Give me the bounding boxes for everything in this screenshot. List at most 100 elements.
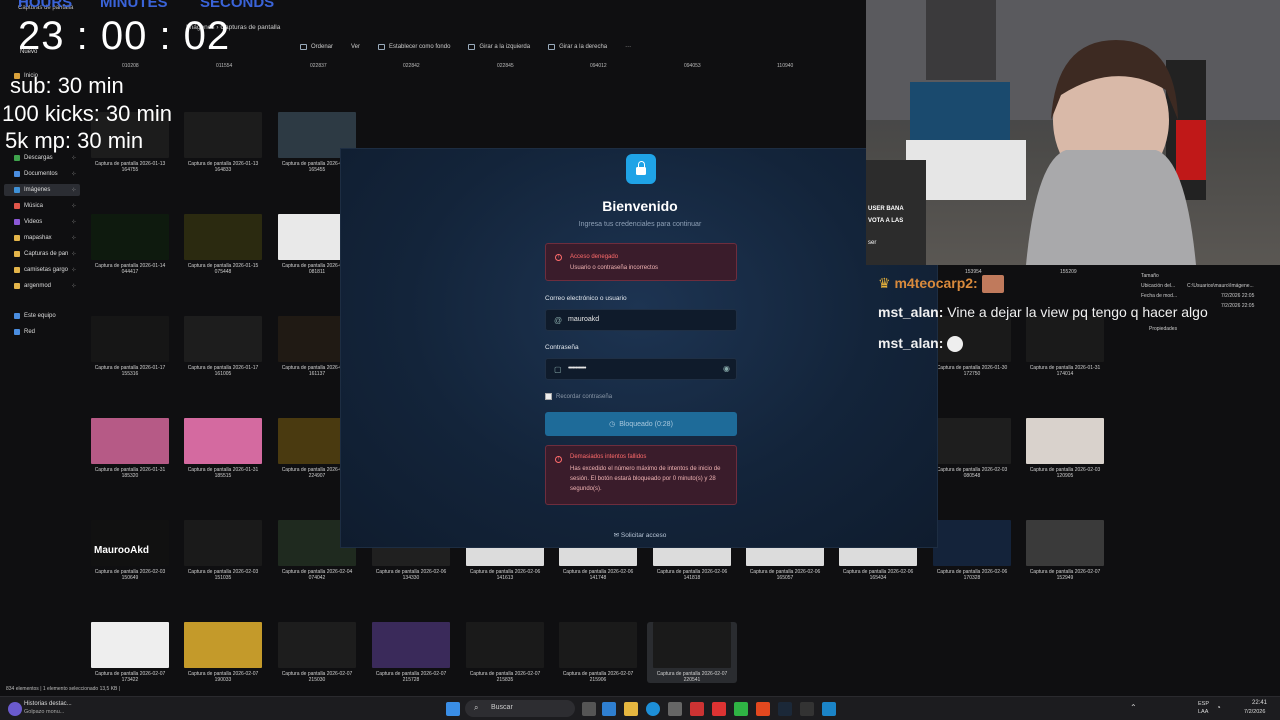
- at-icon: @: [554, 316, 563, 325]
- taskbar-search[interactable]: ⌕ Buscar: [465, 700, 575, 717]
- file-label: 011554: [216, 63, 233, 69]
- thumbnail-item[interactable]: Captura de pantalla 2026-02-03 151035: [178, 520, 268, 581]
- sidebar-item-label: Documentos: [24, 171, 58, 177]
- thumbnail-time: 170328: [963, 575, 981, 581]
- rotate-left-button[interactable]: Girar a la izquierda: [468, 44, 530, 50]
- file-explorer-icon[interactable]: [624, 702, 638, 716]
- widgets-icon[interactable]: [602, 702, 616, 716]
- thumbnail-item[interactable]: Captura de pantalla 2026-02-03 120905: [1020, 418, 1110, 479]
- more-button[interactable]: ···: [625, 44, 631, 50]
- password-value: ••••••••••••: [568, 365, 586, 372]
- thumbnail-item[interactable]: Captura de pantalla 2026-01-14 044417: [85, 214, 175, 275]
- thumbnail-item[interactable]: Captura de pantalla 2026-02-07 173422: [85, 622, 175, 683]
- news-widget-icon[interactable]: [8, 702, 22, 716]
- file-label: 022842: [403, 63, 420, 69]
- thumbnail-item[interactable]: Captura de pantalla 2026-01-31 185320: [85, 418, 175, 479]
- sidebar-item-red[interactable]: Red: [4, 326, 80, 338]
- steam-icon[interactable]: [778, 702, 792, 716]
- thumbnail-time: 044417: [121, 269, 139, 275]
- sidebar-item-argenmod[interactable]: argenmod ⊹: [4, 280, 80, 292]
- start-icon[interactable]: [446, 702, 460, 716]
- thumbnail-item[interactable]: Captura de pantalla 2026-01-31 174014: [1020, 316, 1110, 377]
- sidebar-item-capturas-de-pan[interactable]: Capturas de pan ⊹: [4, 248, 80, 260]
- sort-button[interactable]: Ordenar: [300, 44, 333, 50]
- pin-icon[interactable]: ⊹: [72, 235, 76, 241]
- thumbnail-item[interactable]: Captura de pantalla 2026-02-07 220541: [647, 622, 737, 683]
- thumbnail-time: 215030: [308, 677, 326, 683]
- eye-icon[interactable]: ◉: [723, 364, 730, 373]
- thumbnail-time: 155316: [121, 371, 139, 377]
- thumbnail-item[interactable]: Captura de pantalla 2026-02-06 170328: [927, 520, 1017, 581]
- wifi-icon[interactable]: ◔: [1216, 703, 1221, 712]
- pin-icon[interactable]: ⊹: [72, 283, 76, 289]
- pin-icon[interactable]: ⊹: [72, 155, 76, 161]
- sidebar-item-documentos[interactable]: Documentos ⊹: [4, 168, 80, 180]
- network-icon: [14, 329, 20, 335]
- thumbnail-item[interactable]: Captura de pantalla 2026-01-13 164833: [178, 112, 268, 173]
- remember-checkbox[interactable]: Recordar contraseña: [545, 393, 612, 400]
- file-label: 094012: [590, 63, 607, 69]
- thumbnail-image: [933, 418, 1011, 464]
- thumbnail-item[interactable]: Captura de pantalla 2026-02-07 215906: [553, 622, 643, 683]
- language-indicator[interactable]: ESP: [1198, 701, 1209, 707]
- thumbnail-item[interactable]: Captura de pantalla 2026-02-07 152949: [1020, 520, 1110, 581]
- properties-button[interactable]: Propiedades: [1149, 325, 1177, 334]
- edge-icon[interactable]: [646, 702, 660, 716]
- task-view-icon[interactable]: [582, 702, 596, 716]
- thumbnail-image: [184, 316, 262, 362]
- chat-username: m4teocarp2:: [894, 275, 978, 291]
- download-icon: [14, 155, 20, 161]
- checkbox-box[interactable]: [545, 393, 552, 400]
- webcam-feed: USER BANA VOTA A LAS ser: [866, 0, 1280, 265]
- thumbnail-item[interactable]: Captura de pantalla 2026-01-17 155316: [85, 316, 175, 377]
- thumbnail-image: [184, 622, 262, 668]
- request-access-link[interactable]: ✉ Solicitar acceso: [341, 531, 939, 539]
- thumbnail-image: [372, 622, 450, 668]
- thumbnail-item[interactable]: Captura de pantalla 2026-02-03 080548: [927, 418, 1017, 479]
- app-icon[interactable]: [712, 702, 726, 716]
- rotate-right-button[interactable]: Girar a la derecha: [548, 44, 607, 50]
- pin-icon[interactable]: ⊹: [72, 187, 76, 193]
- locked-login-button[interactable]: ◷ Bloqueado (0:28): [545, 412, 737, 436]
- email-field[interactable]: @ mauroakd: [545, 309, 737, 331]
- thumbnail-item[interactable]: Captura de pantalla 2026-02-07 215835: [460, 622, 550, 683]
- thumbnail-item[interactable]: Captura de pantalla 2026-02-07 215728: [366, 622, 456, 683]
- app-icon[interactable]: [668, 702, 682, 716]
- thumbnail-item[interactable]: Captura de pantalla 2026-01-15 075448: [178, 214, 268, 275]
- pin-icon[interactable]: ⊹: [72, 251, 76, 257]
- sidebar-item-camisetas-gargo[interactable]: camisetas gargo ⊹: [4, 264, 80, 276]
- view-button[interactable]: Ver: [351, 44, 360, 50]
- thumbnail-item[interactable]: Captura de pantalla 2026-01-31 185515: [178, 418, 268, 479]
- date-value: 7/2/2026 22:05: [1221, 293, 1255, 299]
- pin-icon[interactable]: ⊹: [72, 171, 76, 177]
- sidebar-item-im-genes[interactable]: Imágenes ⊹: [4, 184, 80, 196]
- search-icon: ⌕: [474, 703, 479, 712]
- chevron-up-icon[interactable]: ⌃: [1130, 703, 1137, 712]
- pin-icon[interactable]: ⊹: [72, 219, 76, 225]
- thumbnail-time: 165434: [869, 575, 887, 581]
- thumbnail-item[interactable]: Captura de pantalla 2026-01-17 161005: [178, 316, 268, 377]
- app-icon[interactable]: [822, 702, 836, 716]
- brave-icon[interactable]: [756, 702, 770, 716]
- sidebar-item-m-sica[interactable]: Música ⊹: [4, 200, 80, 212]
- sidebar-item-label: Videos: [24, 219, 43, 225]
- thumbnail-item[interactable]: Captura de pantalla 2026-02-07 215030: [272, 622, 362, 683]
- pin-icon[interactable]: ⊹: [72, 267, 76, 273]
- thumbnail-item[interactable]: Captura de pantalla 2026-02-07 190033: [178, 622, 268, 683]
- sidebar-item-este-equipo[interactable]: Este equipo: [4, 310, 80, 322]
- sidebar-item-mapashax[interactable]: mapashax ⊹: [4, 232, 80, 244]
- chat-username: mst_alan:: [878, 304, 944, 320]
- app-icon[interactable]: [690, 702, 704, 716]
- language-indicator: LAA: [1198, 709, 1209, 715]
- app-icon[interactable]: [800, 702, 814, 716]
- sidebar-item-label: camisetas gargo: [24, 267, 69, 273]
- pin-icon[interactable]: ⊹: [72, 203, 76, 209]
- app-icon[interactable]: [734, 702, 748, 716]
- clock-time[interactable]: 22:41: [1252, 700, 1267, 706]
- set-background-button[interactable]: Establecer como fondo: [378, 44, 450, 50]
- sidebar-item-videos[interactable]: Videos ⊹: [4, 216, 80, 228]
- rotate-right-icon: [548, 44, 556, 50]
- thumbnail-time: 174014: [1056, 371, 1074, 377]
- password-field[interactable]: ▢ •••••••••••• ◉: [545, 358, 737, 380]
- widget-title[interactable]: Historias destac...: [24, 701, 72, 707]
